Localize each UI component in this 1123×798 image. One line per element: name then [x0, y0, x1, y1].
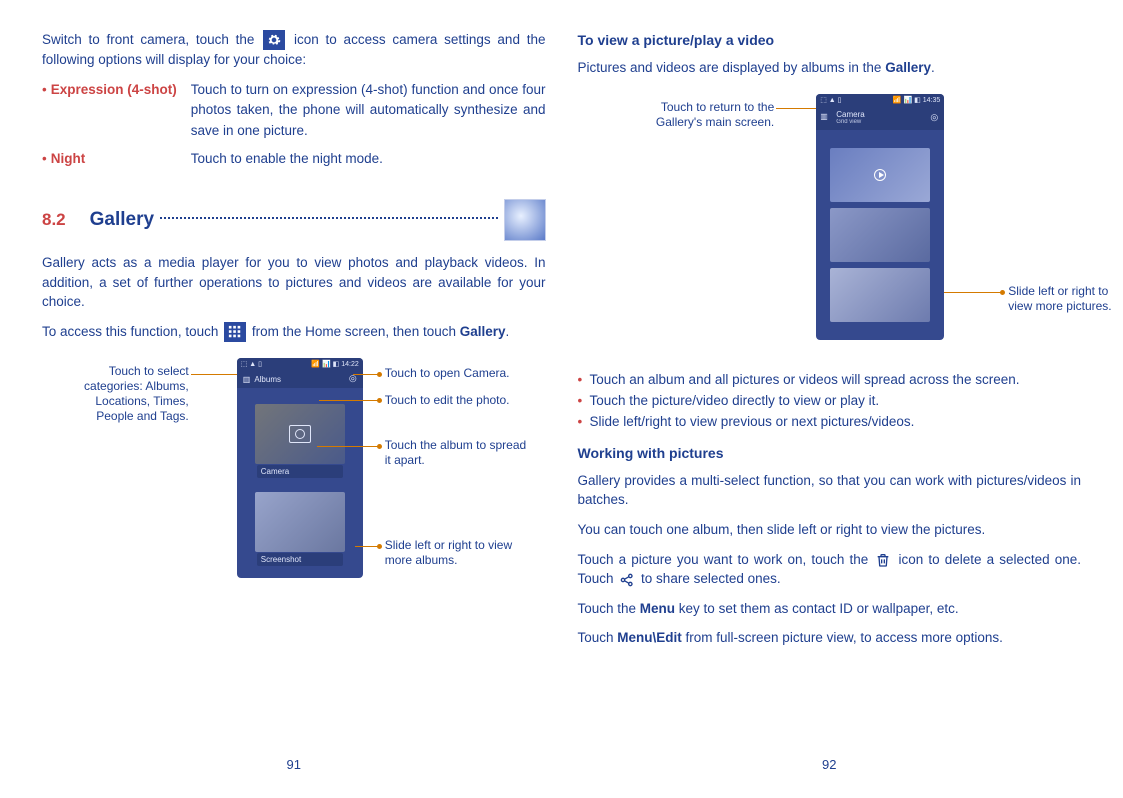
- feature-expression: • Expression (4-shot) Touch to turn on e…: [42, 80, 546, 141]
- status-signal: 📶 📊 ◧: [893, 97, 921, 104]
- grid-thumb: [830, 268, 930, 322]
- topbar-subtitle: Grid view: [836, 119, 861, 125]
- feature-desc: Touch to enable the night mode.: [191, 149, 546, 169]
- heading-working-pictures: Working with pictures: [578, 443, 1082, 463]
- text: Pictures and videos are displayed by alb…: [578, 60, 886, 75]
- status-left: ⬚ ▲ ▯: [241, 360, 262, 368]
- text: from the Home screen, then touch: [252, 324, 460, 339]
- callout-select-categories: Touch to select categories: Albums, Loca…: [59, 364, 189, 424]
- list-item: Slide left/right to view previous or nex…: [578, 412, 1082, 433]
- text: to share selected ones.: [641, 571, 781, 586]
- list-item: Touch the picture/video directly to view…: [578, 391, 1082, 412]
- status-time: 14:35: [923, 97, 941, 104]
- callout-slide-albums: Slide left or right to view more albums.: [385, 538, 535, 568]
- section-dots: [160, 217, 497, 219]
- menu-edit-word: Menu\Edit: [617, 630, 682, 645]
- grid-thumb: [830, 208, 930, 262]
- bullet: •: [42, 149, 47, 169]
- page-number: 91: [26, 757, 562, 772]
- list-item: Touch an album and all pictures or video…: [578, 370, 1082, 391]
- callout-slide-pictures: Slide left or right to view more picture…: [1008, 284, 1123, 314]
- text: .: [931, 60, 935, 75]
- feature-desc: Touch to turn on expression (4-shot) fun…: [191, 80, 546, 141]
- drawer-icon: ▥: [243, 375, 251, 384]
- camera-overlay-icon: [289, 425, 311, 443]
- play-icon: [874, 169, 886, 181]
- lead-line: [944, 292, 1004, 293]
- lead-line: [353, 374, 381, 375]
- feature-name: Night: [51, 149, 191, 169]
- text: from full-screen picture view, to access…: [682, 630, 1003, 645]
- feature-night: • Night Touch to enable the night mode.: [42, 149, 546, 169]
- back-icon: ▥: [820, 112, 828, 121]
- apps-grid-icon: [224, 322, 246, 342]
- callout-return-gallery: Touch to return to the Gallery's main sc…: [624, 100, 774, 130]
- topbar-title: Albums: [254, 375, 281, 384]
- section-thumb-icon: [504, 199, 546, 241]
- album-tile-camera: Camera: [255, 404, 345, 464]
- status-left: ⬚ ▲ ▯: [820, 96, 841, 104]
- text: .: [506, 324, 510, 339]
- phone-statusbar: ⬚ ▲ ▯ 📶 📊 ◧ 14:22: [237, 358, 363, 370]
- phone-statusbar: ⬚ ▲ ▯ 📶 📊 ◧ 14:35: [816, 94, 944, 106]
- menu-word: Menu: [640, 601, 675, 616]
- gallery-word: Gallery: [885, 60, 931, 75]
- phone-topbar: ▥ Albums ◎: [237, 370, 363, 388]
- page-left: Switch to front camera, touch the icon t…: [26, 30, 562, 778]
- settings-icon: [263, 30, 285, 50]
- page-right: To view a picture/play a video Pictures …: [562, 30, 1098, 778]
- text: Touch: [578, 630, 618, 645]
- lead-line: [319, 400, 381, 401]
- gallery-word: Gallery: [460, 324, 506, 339]
- section-number: 8.2: [42, 210, 66, 230]
- text: To access this function, touch: [42, 324, 222, 339]
- figure-gridview: Touch to return to the Gallery's main sc…: [594, 94, 1064, 354]
- paragraph: You can touch one album, then slide left…: [578, 520, 1082, 540]
- lead-line: [317, 446, 381, 447]
- trash-icon: [875, 552, 891, 568]
- gallery-paragraph: Gallery acts as a media player for you t…: [42, 253, 546, 312]
- bullet-list: Touch an album and all pictures or video…: [578, 370, 1082, 433]
- heading-view-picture: To view a picture/play a video: [578, 30, 1082, 50]
- album-label: Camera: [257, 465, 343, 478]
- section-heading: 8.2 Gallery: [42, 199, 546, 241]
- camera-intro: Switch to front camera, touch the icon t…: [42, 30, 546, 70]
- share-icon: [619, 572, 635, 588]
- lead-line: [776, 108, 816, 109]
- paragraph-menu-edit: Touch Menu\Edit from full-screen picture…: [578, 628, 1082, 648]
- access-paragraph: To access this function, touch from the …: [42, 322, 546, 342]
- text: Switch to front camera, touch the: [42, 32, 261, 47]
- status-time: 14:22: [341, 361, 359, 368]
- phone-mock-albums: ⬚ ▲ ▯ 📶 📊 ◧ 14:22 ▥ Albums ◎ Camera Scre…: [237, 358, 363, 578]
- phone-topbar: ▥ Camera Grid view ◎: [816, 106, 944, 130]
- album-label: Screenshot: [257, 553, 343, 566]
- paragraph-menu: Touch the Menu key to set them as contac…: [578, 599, 1082, 619]
- topbar-title: Camera: [836, 110, 864, 119]
- status-signal: 📶 📊 ◧: [311, 361, 339, 368]
- intro-paragraph: Pictures and videos are displayed by alb…: [578, 58, 1082, 78]
- page-number: 92: [562, 757, 1098, 772]
- callout-open-camera: Touch to open Camera.: [385, 366, 535, 381]
- callout-spread-album: Touch the album to spread it apart.: [385, 438, 535, 468]
- text: Touch the: [578, 601, 640, 616]
- album-tile-screenshot: Screenshot: [255, 492, 345, 552]
- figure-albums: Touch to select categories: Albums, Loca…: [59, 358, 529, 588]
- text: key to set them as contact ID or wallpap…: [675, 601, 959, 616]
- lead-line: [191, 374, 237, 375]
- paragraph: Gallery provides a multi-select function…: [578, 471, 1082, 510]
- lead-line: [355, 546, 381, 547]
- camera-icon: ◎: [930, 112, 938, 123]
- callout-edit-photo: Touch to edit the photo.: [385, 393, 545, 408]
- bullet: •: [42, 80, 47, 141]
- feature-name: Expression (4-shot): [51, 80, 191, 141]
- paragraph-delete-share: Touch a picture you want to work on, tou…: [578, 550, 1082, 589]
- text: Touch a picture you want to work on, tou…: [578, 552, 874, 567]
- phone-mock-gridview: ⬚ ▲ ▯ 📶 📊 ◧ 14:35 ▥ Camera Grid view ◎: [816, 94, 944, 340]
- section-title: Gallery: [90, 209, 154, 231]
- grid-thumb: [830, 148, 930, 202]
